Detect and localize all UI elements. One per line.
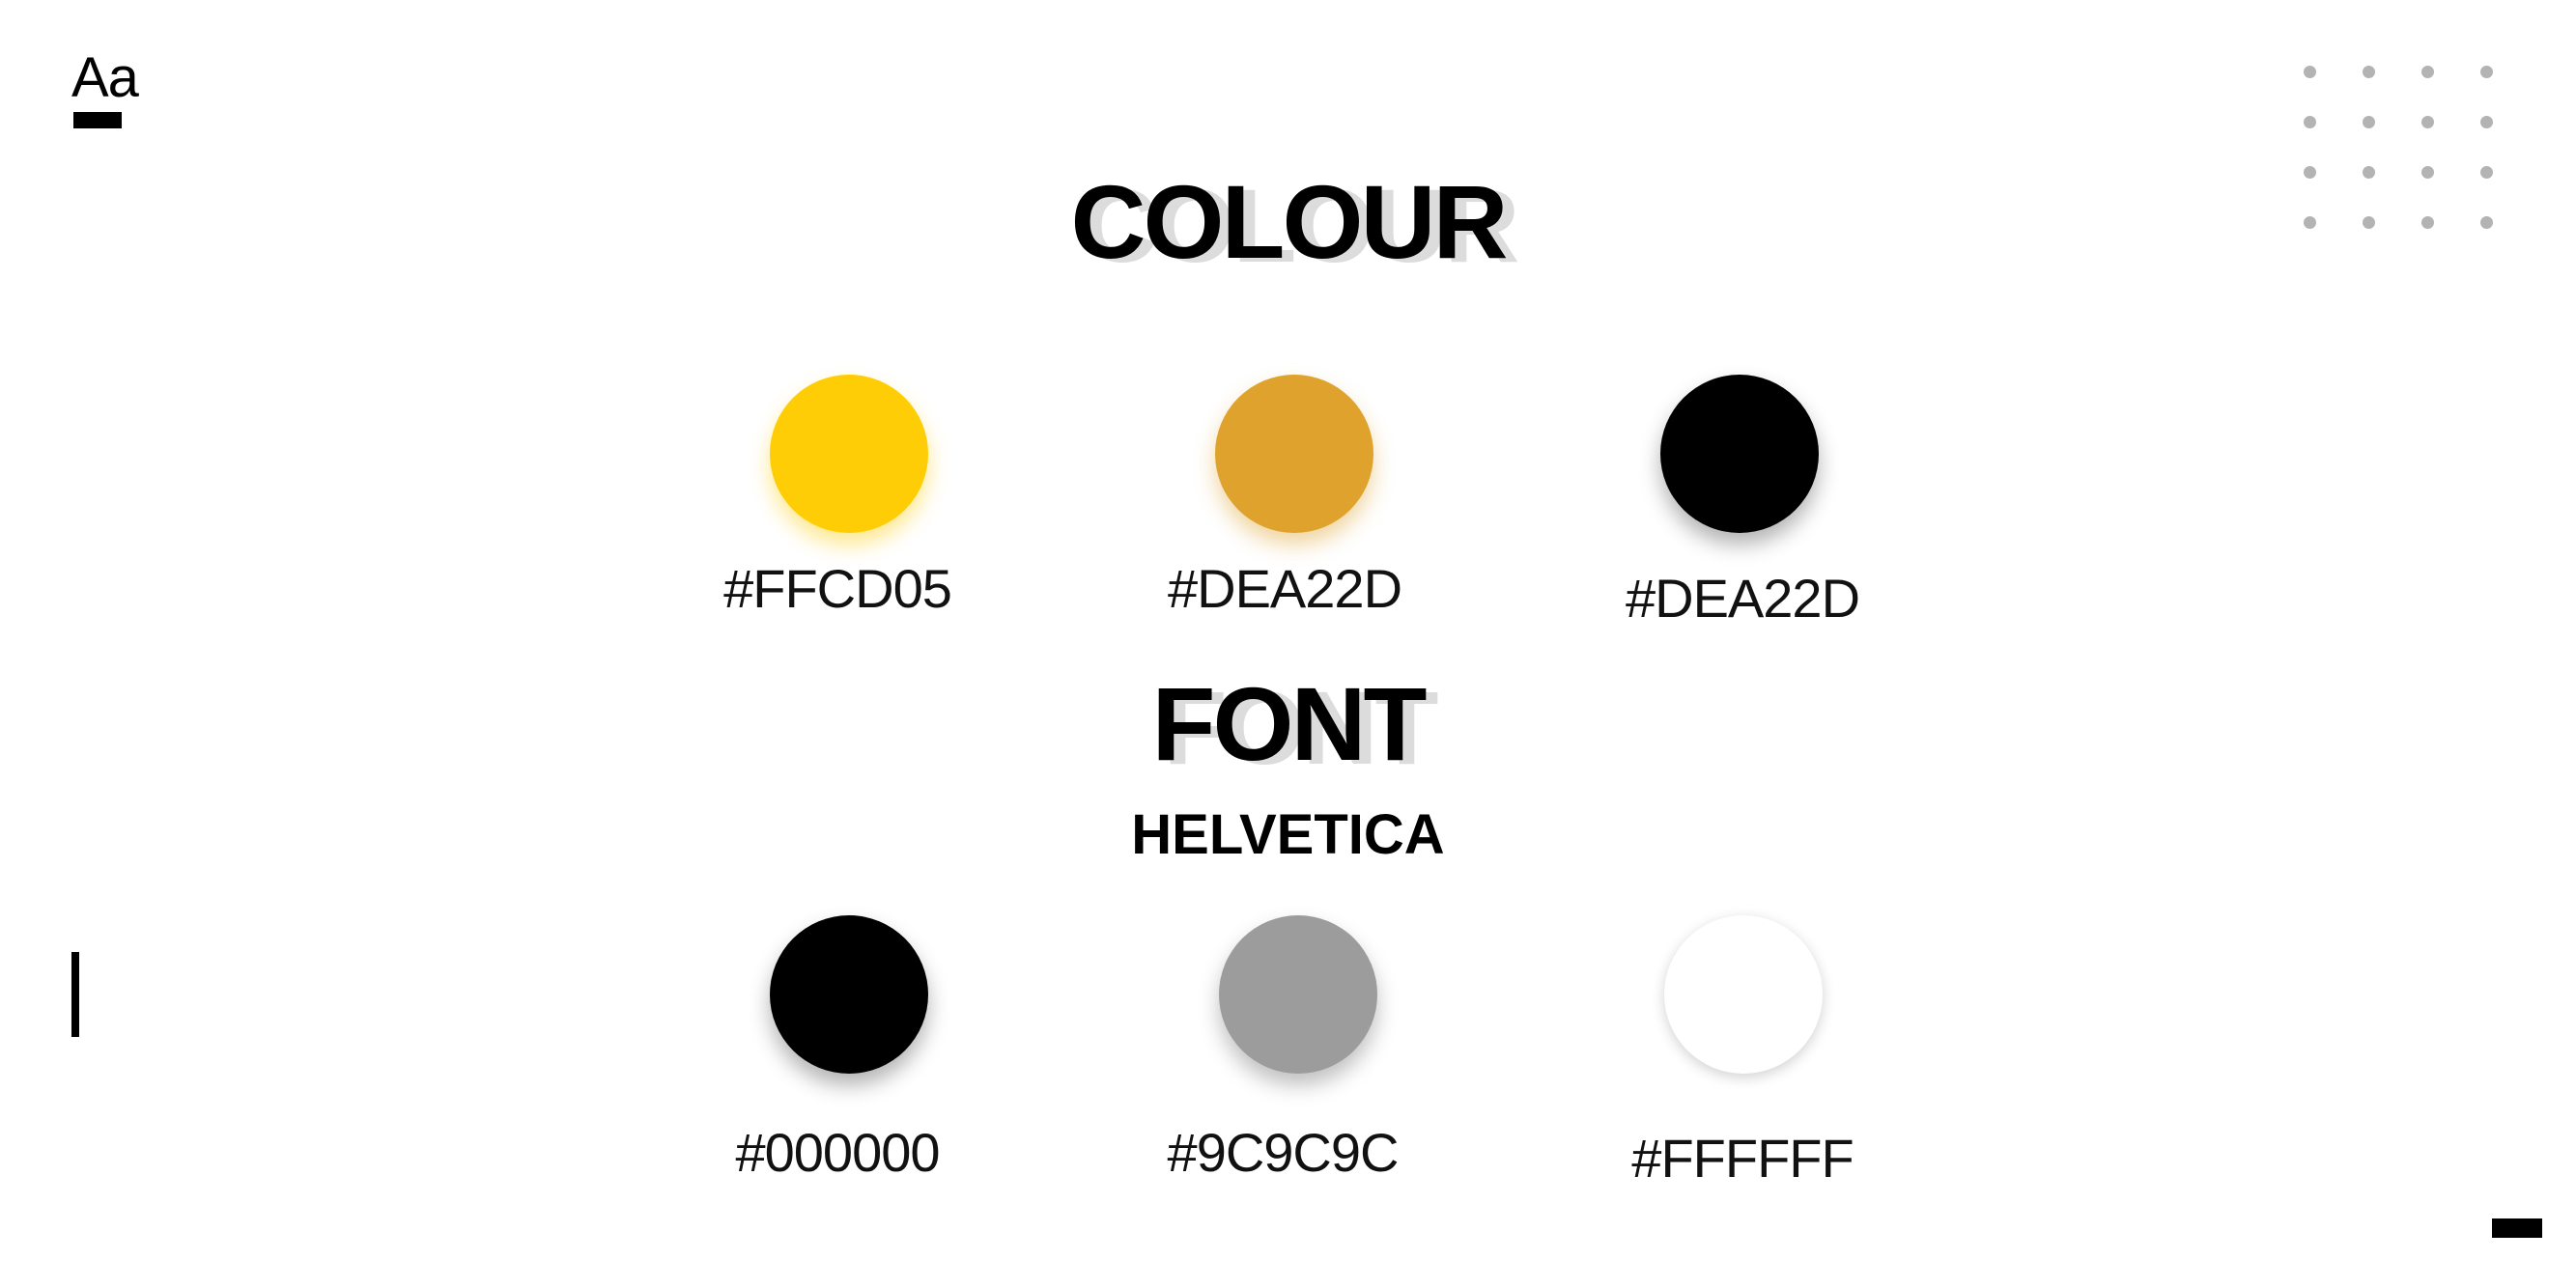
dot-icon	[2421, 66, 2434, 78]
vertical-accent-bar	[71, 952, 79, 1037]
font-swatch-1	[770, 915, 928, 1074]
brand-logo: Aa	[71, 46, 158, 133]
dot-icon	[2421, 116, 2434, 128]
colour-swatch-3	[1660, 375, 1819, 533]
dot-icon	[2304, 66, 2316, 78]
font-heading: FONT	[1151, 665, 1428, 782]
colour-swatch-2	[1215, 375, 1373, 533]
colour-swatch-1-label: #FFCD05	[723, 558, 952, 619]
logo-text: Aa	[71, 46, 139, 109]
colour-swatch-3-label: #DEA22D	[1625, 568, 1860, 629]
font-swatch-1-label: #000000	[735, 1122, 940, 1183]
font-swatch-3	[1664, 915, 1823, 1074]
dot-icon	[2480, 66, 2493, 78]
font-swatch-2-label: #9C9C9C	[1167, 1122, 1400, 1183]
font-swatch-2	[1219, 915, 1377, 1074]
dot-icon	[2363, 116, 2375, 128]
dot-icon	[2480, 116, 2493, 128]
colour-swatch-2-label: #DEA22D	[1167, 558, 1402, 619]
colour-heading: COLOUR	[1070, 163, 1509, 280]
dot-icon	[2363, 66, 2375, 78]
dot-icon	[2304, 116, 2316, 128]
colour-swatch-1	[770, 375, 928, 533]
corner-accent-bar	[2492, 1218, 2542, 1238]
logo-underline-bar	[73, 112, 122, 128]
font-family-name: HELVETICA	[1131, 803, 1445, 866]
font-swatch-3-label: #FFFFFF	[1631, 1128, 1854, 1189]
